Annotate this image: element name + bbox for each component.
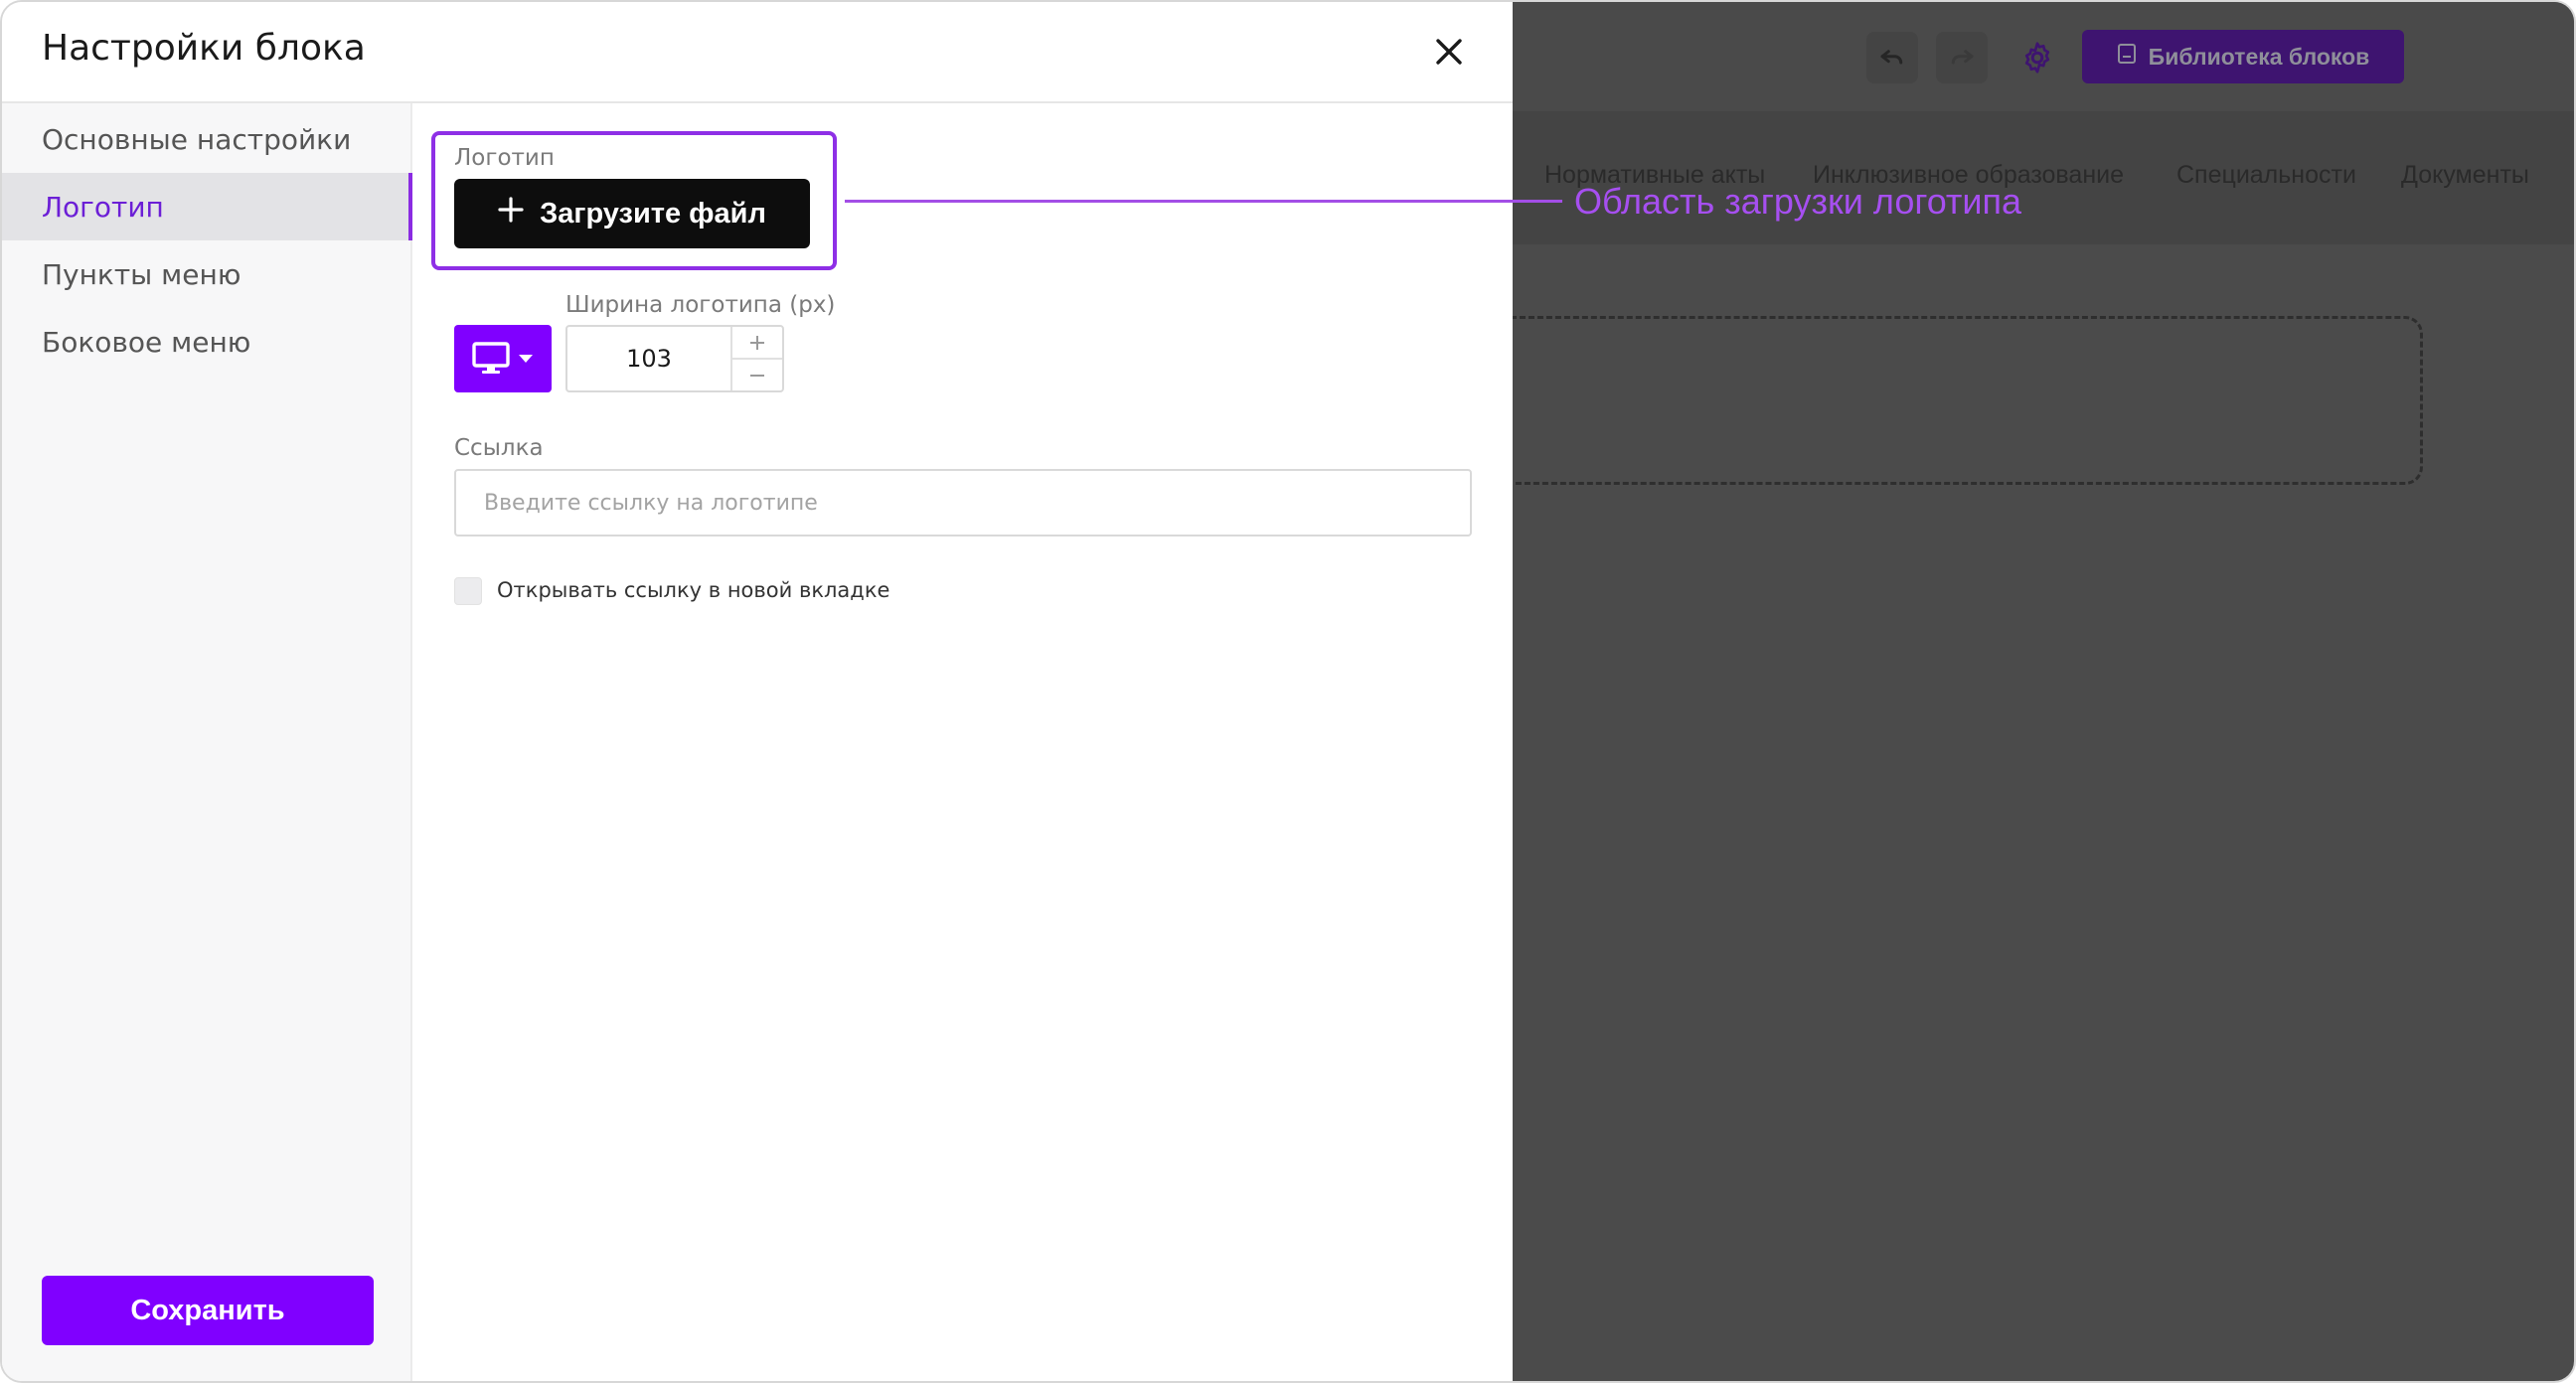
- block-settings-modal: Настройки блока Основные настройки Логот…: [2, 2, 1513, 1381]
- close-icon: [1436, 39, 1462, 65]
- open-new-tab-label: Открывать ссылку в новой вкладке: [497, 578, 890, 602]
- save-button[interactable]: Сохранить: [42, 1276, 374, 1345]
- sidebar-item-main-settings[interactable]: Основные настройки: [2, 105, 412, 173]
- sidebar-item-menu-items[interactable]: Пункты меню: [2, 240, 412, 308]
- upload-file-button[interactable]: Загрузите файл: [454, 179, 810, 248]
- plus-icon: [750, 335, 764, 350]
- close-button[interactable]: [1429, 32, 1469, 72]
- annotation-line: [845, 200, 1562, 203]
- gear-icon: [2012, 32, 2063, 83]
- logo-width-label: Ширина логотипа (px): [565, 292, 836, 318]
- block-library-label: Библиотека блоков: [2148, 43, 2370, 70]
- minus-icon: [750, 374, 764, 377]
- modal-header: Настройки блока: [2, 2, 1513, 103]
- logo-width-value[interactable]: 103: [567, 327, 732, 390]
- annotation-text: Область загрузки логотипа: [1574, 181, 2022, 222]
- caret-down-icon: [519, 355, 533, 363]
- open-new-tab-checkbox[interactable]: [454, 577, 482, 605]
- logo-width-stepper[interactable]: 103: [565, 325, 784, 392]
- upload-file-label: Загрузите файл: [540, 197, 766, 230]
- book-icon: [2117, 43, 2137, 71]
- drop-zone-placeholder: [1493, 316, 2423, 485]
- desktop-icon: [472, 342, 510, 374]
- modal-title: Настройки блока: [42, 28, 366, 69]
- app-frame: Библиотека блоков Нормативные акты Инклю…: [0, 0, 2576, 1383]
- bg-nav-item: Специальности: [2176, 161, 2356, 189]
- logo-link-input[interactable]: [454, 469, 1472, 537]
- decrement-button[interactable]: [732, 360, 782, 390]
- block-library-button: Библиотека блоков: [2082, 30, 2404, 83]
- logo-section-label: Логотип: [454, 145, 555, 171]
- stepper-buttons: [732, 327, 782, 390]
- settings-sidebar: Основные настройки Логотип Пункты меню Б…: [2, 103, 412, 1381]
- sidebar-item-side-menu[interactable]: Боковое меню: [2, 308, 412, 376]
- increment-button[interactable]: [732, 327, 782, 360]
- undo-icon: [1866, 32, 1918, 83]
- sidebar-item-logo[interactable]: Логотип: [2, 173, 412, 240]
- redo-icon: [1936, 32, 1988, 83]
- plus-icon: [498, 197, 524, 230]
- link-label: Ссылка: [454, 435, 544, 461]
- device-selector[interactable]: [454, 325, 552, 392]
- bg-nav-item: Документы: [2401, 161, 2529, 189]
